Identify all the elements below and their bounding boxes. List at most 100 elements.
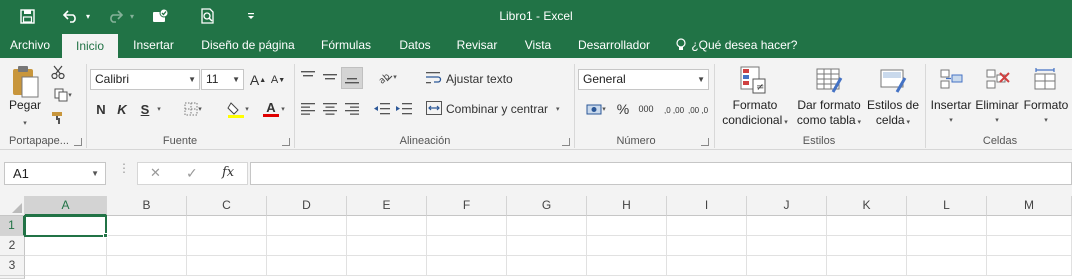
row-header[interactable]: 1 [0,216,25,236]
shrink-font-button[interactable]: A ▼ [269,70,287,90]
cell[interactable] [25,256,107,276]
insert-cells-icon[interactable] [936,64,966,94]
cell[interactable] [507,256,587,276]
cell[interactable] [507,236,587,256]
column-header[interactable]: D [267,196,347,216]
percent-button[interactable]: % [614,99,632,119]
column-header[interactable]: G [507,196,587,216]
cell[interactable] [107,256,187,276]
insert-cells-label[interactable]: Insertar ▾ [928,98,974,128]
alignment-launcher-icon[interactable] [562,138,570,146]
accounting-format-icon[interactable]: ▾ [580,99,612,119]
format-as-table-label[interactable]: Dar formato como tabla ▾ [794,98,864,130]
cell[interactable] [827,236,907,256]
copy-icon[interactable]: ▾ [48,85,78,105]
align-center-icon[interactable] [320,99,340,119]
enter-icon[interactable]: ✓ [186,165,198,182]
tab-datos[interactable]: Datos [390,33,440,58]
cell-styles-label[interactable]: Estilos de celda ▾ [864,98,922,130]
format-painter-icon[interactable] [48,108,68,128]
format-cells-icon[interactable] [1030,64,1060,94]
fill-color-icon[interactable]: ▾ [222,99,254,119]
cell[interactable] [267,216,347,236]
cell[interactable] [107,236,187,256]
paste-icon[interactable] [8,62,42,100]
cell[interactable] [667,216,747,236]
column-header[interactable]: J [747,196,827,216]
column-header[interactable]: A [25,196,107,216]
cell[interactable] [987,216,1072,236]
cell[interactable] [347,256,427,276]
cell[interactable] [747,256,827,276]
cell[interactable] [907,256,987,276]
cell[interactable] [107,216,187,236]
cancel-icon[interactable]: ✕ [150,165,161,181]
grow-font-button[interactable]: A ▲ [249,70,267,90]
cell[interactable] [427,256,507,276]
format-cells-label[interactable]: Formato ▾ [1022,98,1070,128]
name-box[interactable]: A1 ▼ [4,162,106,185]
tab-archivo[interactable]: Archivo [3,33,57,58]
tab-inicio[interactable]: Inicio [62,34,118,59]
number-format-combo[interactable]: General ▼ [578,69,709,90]
thousands-button[interactable]: 000 [636,99,656,119]
format-as-table-icon[interactable] [814,64,844,96]
align-right-icon[interactable] [342,99,362,119]
cell[interactable] [187,256,267,276]
tab-diseno-de-pagina[interactable]: Diseño de página [193,33,303,58]
tab-revisar[interactable]: Revisar [450,33,504,58]
column-header[interactable]: I [667,196,747,216]
cell[interactable] [427,236,507,256]
column-header[interactable]: F [427,196,507,216]
font-launcher-icon[interactable] [282,138,290,146]
cell[interactable] [907,216,987,236]
select-all-corner[interactable] [0,196,25,216]
cell[interactable] [187,236,267,256]
column-header[interactable]: H [587,196,667,216]
tab-insertar[interactable]: Insertar [125,33,182,58]
column-header[interactable]: K [827,196,907,216]
italic-button[interactable]: K [114,99,130,119]
align-top-icon[interactable] [298,67,318,87]
cell[interactable] [267,256,347,276]
row-header[interactable]: 3 [0,256,25,276]
column-header[interactable]: C [187,196,267,216]
align-left-icon[interactable] [298,99,318,119]
cell[interactable] [267,236,347,256]
cell[interactable] [827,216,907,236]
cell[interactable] [747,236,827,256]
cell[interactable] [827,256,907,276]
borders-icon[interactable]: ▾ [178,99,208,119]
conditional-format-icon[interactable]: ≠ [738,64,768,96]
cut-icon[interactable] [48,62,68,82]
fill-handle[interactable] [103,233,108,238]
conditional-format-label[interactable]: Formato condicional ▾ [716,98,794,130]
cell[interactable] [347,236,427,256]
tell-me-box[interactable]: ¿Qué desea hacer? [676,33,797,58]
tab-desarrollador[interactable]: Desarrollador [570,33,658,58]
cell[interactable] [987,256,1072,276]
cell[interactable] [747,216,827,236]
tab-formulas[interactable]: Fórmulas [313,33,379,58]
increase-indent-icon[interactable] [394,99,414,119]
cell[interactable] [587,216,667,236]
column-header[interactable]: B [107,196,187,216]
font-size-combo[interactable]: 11 ▼ [201,69,244,90]
underline-dropdown-icon[interactable]: ▾ [154,99,164,119]
wrap-text-button[interactable]: Ajustar texto [426,69,516,89]
cell[interactable] [667,256,747,276]
cell[interactable] [667,236,747,256]
increase-decimal-button[interactable]: ,0 ,00 [664,99,684,121]
cell[interactable] [25,236,107,256]
delete-cells-label[interactable]: Eliminar ▾ [974,98,1020,128]
column-header[interactable]: E [347,196,427,216]
delete-cells-icon[interactable] [982,64,1012,94]
clipboard-launcher-icon[interactable] [74,138,82,146]
cell[interactable] [507,216,587,236]
cell[interactable] [907,236,987,256]
decrease-decimal-button[interactable]: ,00 ,0 [688,99,708,121]
row-header[interactable]: 2 [0,236,25,256]
cell[interactable] [187,216,267,236]
formula-input[interactable] [250,162,1072,185]
underline-button[interactable]: S [136,99,154,119]
